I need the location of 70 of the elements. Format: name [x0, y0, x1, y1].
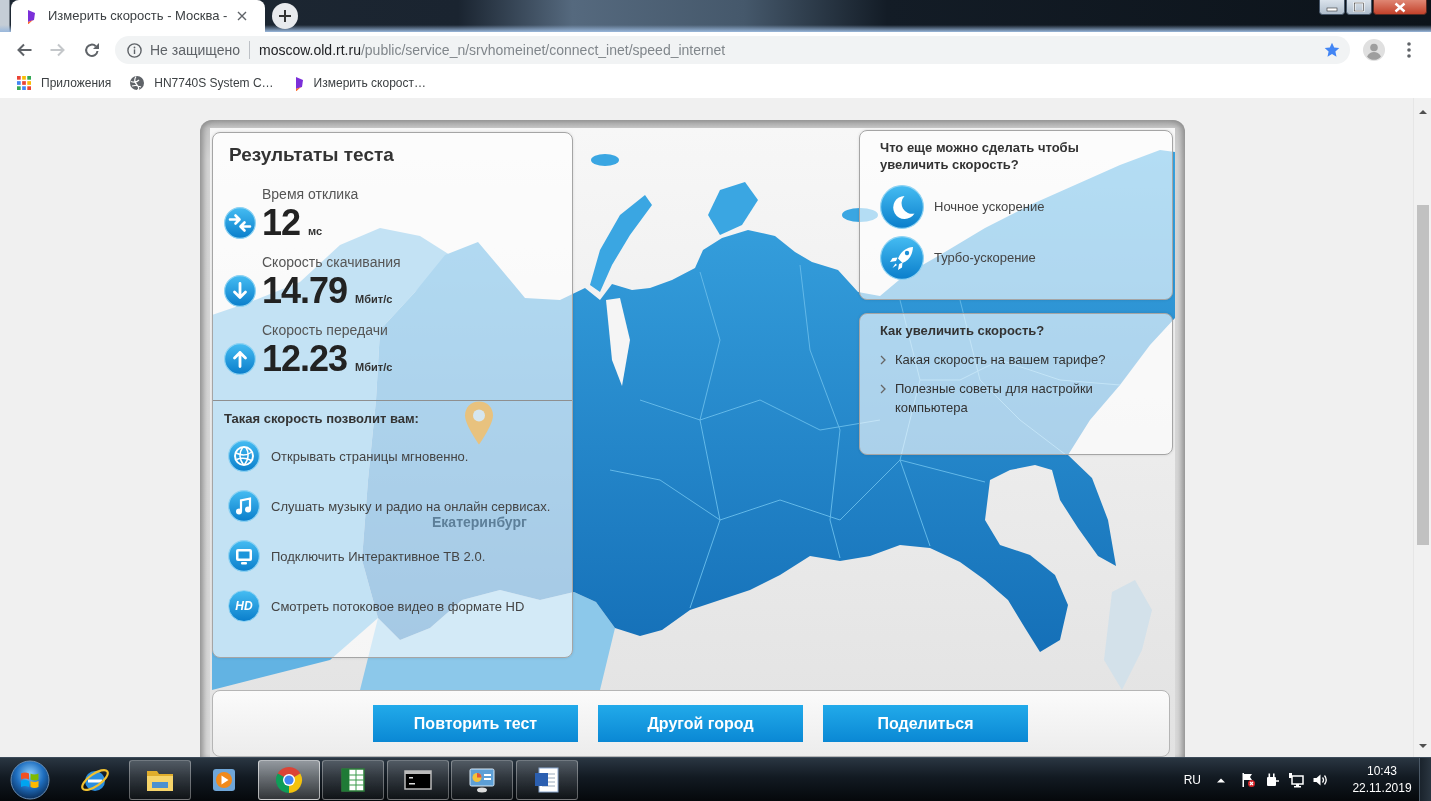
results-title: Результаты теста	[229, 143, 395, 166]
close-icon[interactable]	[237, 11, 247, 21]
plug-icon[interactable]	[1264, 771, 1280, 788]
music-note-icon	[228, 490, 260, 522]
boost-option-link[interactable]: Ночное ускорение	[880, 185, 1172, 229]
monitor-icon	[228, 540, 260, 572]
metric-value: 12.23	[262, 339, 348, 379]
clock-date: 22.11.2019	[1351, 779, 1413, 797]
metric-value: 14.79	[262, 271, 348, 311]
address-field[interactable]: Не защищено moscow.old.rt.ru/public/service_n/srvhomeinet/connect_inet/speed_internet	[115, 36, 1350, 64]
metric-unit: мс	[308, 224, 323, 239]
bookmark-link[interactable]: HN7740S System C…	[130, 74, 274, 92]
start-orb-icon[interactable]	[10, 759, 50, 800]
back-arrow-icon[interactable]	[15, 41, 33, 59]
scrollbar-thumb[interactable]	[1416, 205, 1429, 545]
taskbar-button[interactable]	[257, 759, 320, 800]
bookmark-star-icon[interactable]	[1324, 42, 1340, 58]
scroll-up-icon[interactable]	[1418, 108, 1427, 116]
rocket-icon	[880, 236, 924, 280]
scroll-down-icon[interactable]	[1418, 742, 1427, 750]
converging-arrows-icon	[224, 207, 256, 239]
taskbar-button[interactable]	[515, 759, 578, 800]
metric-label: Скорость передачи	[262, 321, 389, 339]
avatar-icon[interactable]	[1363, 39, 1385, 61]
tips-title: Как увеличить скорость?	[880, 323, 1046, 339]
bookmark-link[interactable]: Приложения	[17, 74, 112, 92]
clock-time: 10:43	[1366, 762, 1398, 780]
apps-grid-icon	[17, 76, 31, 90]
metric-label: Время отклика	[262, 185, 360, 203]
menu-icon[interactable]	[1407, 42, 1411, 58]
security-status: Не защищено	[150, 40, 240, 60]
maximize-icon[interactable]	[1346, 0, 1372, 15]
benefit-text: Слушать музыку и радио на онлайн сервисах.	[271, 498, 551, 514]
city-label: Екатеринбург	[432, 514, 527, 530]
taskbar-button[interactable]	[451, 759, 513, 800]
globe-icon	[228, 440, 260, 472]
boost-title: Что еще можно сделать чтобы увеличить скорость?	[880, 139, 1080, 173]
url-text: moscow.old.rt.ru/public/service_n/srvhomeinet/connect_inet/speed_internet	[259, 40, 726, 60]
language-indicator[interactable]: RU	[1183, 770, 1201, 789]
bookmark-link[interactable]: Измерить скорост…	[292, 74, 426, 92]
benefit-text: Смотреть потоковое видео в формате HD	[271, 598, 525, 614]
metric-value: 12	[262, 203, 301, 243]
boost-option-link[interactable]: Турбо-ускорение	[880, 236, 1172, 280]
tip-link[interactable]: Полезные советы для настройки компьютера	[880, 379, 1125, 417]
network-icon[interactable]	[1288, 771, 1304, 788]
metric-unit: Мбит/с	[355, 360, 393, 375]
map-pin-icon	[463, 400, 495, 446]
benefits-title: Такая скорость позволит вам:	[224, 411, 420, 427]
island	[842, 208, 878, 222]
island	[591, 154, 619, 166]
minimize-icon[interactable]	[1319, 0, 1345, 15]
taskbar-button[interactable]	[128, 759, 191, 800]
reload-icon[interactable]	[83, 41, 101, 59]
globe-icon	[130, 76, 145, 90]
benefit-text: Подключить Интерактивное ТВ 2.0.	[271, 548, 486, 564]
chevron-icon	[880, 355, 886, 365]
taskbar-button[interactable]	[386, 759, 449, 800]
flag-icon[interactable]	[1240, 771, 1256, 788]
chevron-icon	[880, 384, 886, 394]
logo-icon	[25, 8, 36, 24]
tip-link[interactable]: Какая скорость на вашем тарифе?	[880, 350, 1125, 369]
taskbar-button[interactable]	[322, 759, 384, 800]
island	[708, 182, 758, 235]
metric-unit: Мбит/с	[355, 292, 393, 307]
plus-icon[interactable]	[272, 3, 298, 29]
metric-label: Скорость скачивания	[262, 253, 402, 271]
benefit-text: Открывать страницы мгновенно.	[271, 448, 469, 464]
moon-icon	[880, 185, 924, 229]
info-icon[interactable]	[127, 42, 142, 58]
browser-tab[interactable]: Измерить скорость - Москва -	[11, 0, 265, 32]
